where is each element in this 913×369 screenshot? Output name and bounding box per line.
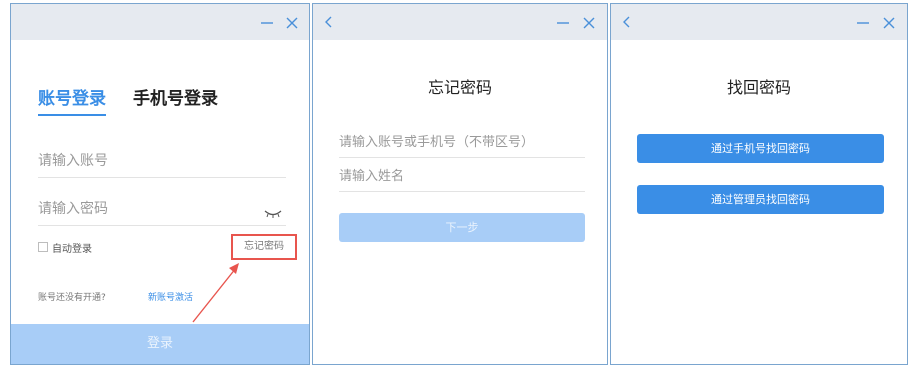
title-bar (11, 4, 309, 40)
chevron-left-icon[interactable] (617, 9, 637, 33)
tab-phone-login[interactable]: 手机号登录 (133, 84, 218, 109)
name-input[interactable] (339, 162, 585, 191)
recover-by-phone-button[interactable]: 通过手机号找回密码 (637, 134, 884, 163)
account-input[interactable] (38, 144, 248, 177)
title-bar (611, 4, 907, 40)
account-or-phone-input[interactable] (339, 128, 585, 157)
forgot-password-window: 忘记密码 下一步 (312, 3, 608, 365)
next-step-button[interactable]: 下一步 (339, 213, 585, 242)
forgot-password-highlight: 忘记密码 (231, 234, 297, 260)
auto-login-label: 自动登录 (52, 243, 92, 255)
account-or-phone-field (339, 128, 585, 158)
page-title: 忘记密码 (427, 78, 492, 97)
minimize-icon[interactable] (553, 9, 573, 33)
close-icon[interactable] (282, 9, 302, 33)
login-window: 账号登录 手机号登录 自动登录 忘记密码 账号还没有开通? 新账号激活 登录 (10, 3, 310, 365)
password-input[interactable] (38, 192, 248, 225)
page-title: 找回密码 (726, 78, 791, 97)
signup-prompt: 账号还没有开通? (38, 293, 106, 303)
eye-closed-icon[interactable] (264, 204, 282, 218)
close-icon[interactable] (879, 9, 899, 33)
name-field (339, 162, 585, 192)
title-bar (313, 4, 607, 40)
minimize-icon[interactable] (853, 9, 873, 33)
annotation-arrow-icon (192, 263, 239, 323)
minimize-icon[interactable] (257, 9, 277, 33)
activate-account-link[interactable]: 新账号激活 (148, 290, 193, 303)
recover-by-admin-button[interactable]: 通过管理员找回密码 (637, 185, 884, 214)
tab-account-login[interactable]: 账号登录 (38, 84, 106, 109)
close-icon[interactable] (579, 9, 599, 33)
auto-login-checkbox[interactable]: 自动登录 (38, 240, 92, 255)
checkbox-icon[interactable] (38, 242, 48, 252)
active-tab-indicator (38, 114, 106, 116)
account-field (38, 144, 286, 178)
forgot-password-link[interactable]: 忘记密码 (233, 236, 295, 258)
password-field (38, 192, 286, 226)
recover-password-window: 找回密码 通过手机号找回密码 通过管理员找回密码 (610, 3, 908, 365)
chevron-left-icon[interactable] (319, 9, 339, 33)
login-button[interactable]: 登录 (11, 324, 309, 364)
